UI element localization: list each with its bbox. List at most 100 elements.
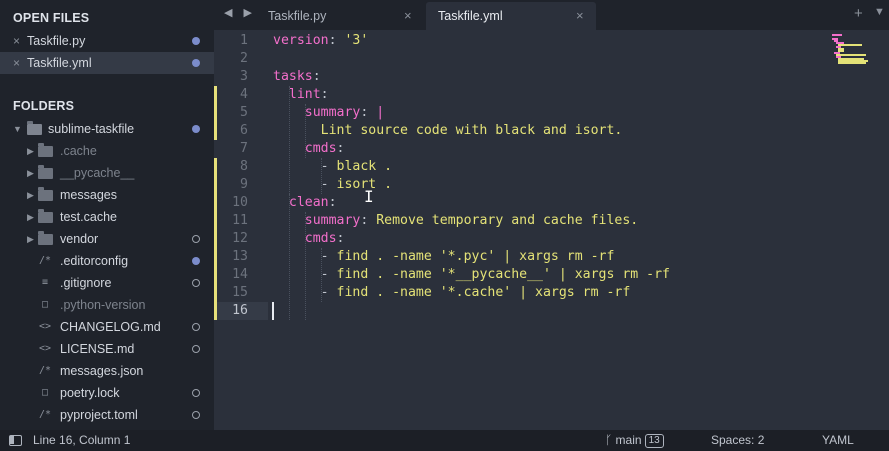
modified-dot-icon <box>192 37 200 45</box>
tab-bar: ◀ ▶ Taskfile.py × Taskfile.yml × + ▼ <box>214 0 889 30</box>
indentation-setting[interactable]: Spaces: 2 <box>711 430 764 451</box>
tab-label: Taskfile.yml <box>438 9 503 23</box>
open-file-item[interactable]: × Taskfile.py <box>0 30 214 52</box>
folder-item[interactable]: ▶ messages <box>0 184 214 206</box>
folder-item[interactable]: ▶ test.cache <box>0 206 214 228</box>
folder-item[interactable]: ▶ .cache <box>0 140 214 162</box>
gutter-modified-marker <box>214 158 217 320</box>
code-line[interactable]: - black . <box>273 158 392 176</box>
branch-icon: ᚴ <box>605 433 613 447</box>
folders-heading: FOLDERS <box>13 99 75 113</box>
code-line[interactable]: Lint source code with black and isort. <box>273 122 623 140</box>
code-token: find . -name '*.cache' | xargs rm -rf <box>336 285 631 300</box>
chevron-right-icon[interactable]: ▶ <box>27 206 34 228</box>
close-icon[interactable]: × <box>404 2 412 30</box>
code-line[interactable]: - find . -name '*__pycache__' | xargs rm… <box>273 266 670 284</box>
folder-label: sublime-taskfile <box>48 122 135 136</box>
file-label: messages.json <box>60 364 144 378</box>
git-branch[interactable]: ᚴ main 13 <box>605 430 664 451</box>
code-token: black . <box>336 159 393 174</box>
code-line[interactable]: version: '3' <box>273 32 368 50</box>
minimap[interactable] <box>832 34 882 74</box>
code-line[interactable]: clean: <box>273 194 337 212</box>
line-number: 7 <box>240 141 248 156</box>
close-icon[interactable]: × <box>13 30 20 52</box>
code-line[interactable]: summary: | <box>273 104 384 122</box>
file-item[interactable]: □ poetry.lock <box>0 382 214 404</box>
line-number: 5 <box>240 105 248 120</box>
folder-icon <box>38 209 53 223</box>
file-item[interactable]: /* pyproject.toml <box>0 404 214 426</box>
file-item[interactable]: /* messages.json <box>0 360 214 382</box>
code-line[interactable]: cmds: <box>273 140 345 158</box>
editor[interactable]: 1 2 3 4 5 6 7 8 9 10 11 12 13 14 15 16 version: '3' task… <box>214 30 889 430</box>
modified-dot-icon <box>192 257 200 265</box>
chevron-right-icon[interactable]: ▶ <box>27 228 34 250</box>
folder-root[interactable]: ▼ sublime-taskfile <box>0 118 214 140</box>
file-icon: □ <box>41 387 49 398</box>
code-token: version <box>273 33 329 48</box>
code-line[interactable]: - isort . <box>273 176 392 194</box>
line-number: 1 <box>240 33 248 48</box>
code-line[interactable]: - find . -name '*.pyc' | xargs rm -rf <box>273 248 615 266</box>
line-number: 12 <box>232 231 248 246</box>
branch-name: main <box>615 433 642 447</box>
file-item[interactable]: <> LICENSE.md <box>0 338 214 360</box>
line-number: 15 <box>232 285 248 300</box>
chevron-right-icon[interactable]: ▶ <box>27 162 34 184</box>
code-token: Remove temporary and cache files. <box>376 213 639 228</box>
code-line[interactable]: - find . -name '*.cache' | xargs rm -rf <box>273 284 631 302</box>
chevron-right-icon[interactable]: ▶ <box>27 140 34 162</box>
code-token: - <box>320 285 337 300</box>
code-line[interactable]: cmds: <box>273 230 345 248</box>
code-token: - <box>320 159 337 174</box>
sidebar-toggle-icon[interactable] <box>9 435 22 446</box>
code-token: : <box>328 33 345 48</box>
code-token: : <box>336 231 345 246</box>
tab-nav-arrows-icon[interactable]: ◀ ▶ <box>224 6 256 19</box>
code-token: summary <box>304 105 361 120</box>
code-line[interactable]: summary: Remove temporary and cache file… <box>273 212 638 230</box>
file-item[interactable]: ≡ .gitignore <box>0 272 214 294</box>
chevron-down-icon[interactable]: ▼ <box>13 118 22 140</box>
file-item[interactable]: □ .python-version <box>0 294 214 316</box>
folder-item[interactable]: ▶ vendor <box>0 228 214 250</box>
modified-dot-icon <box>192 59 200 67</box>
folder-item[interactable]: ▶ __pycache__ <box>0 162 214 184</box>
code-token: lint <box>288 87 321 102</box>
line-number: 14 <box>232 267 248 282</box>
code-line[interactable]: tasks: <box>273 68 321 86</box>
cursor-position: Line 16, Column 1 <box>33 433 131 447</box>
file-item[interactable]: /* .editorconfig <box>0 250 214 272</box>
chevron-right-icon[interactable]: ▶ <box>27 184 34 206</box>
folder-label: vendor <box>60 232 99 246</box>
line-number: 6 <box>240 123 248 138</box>
comment-file-icon: /* <box>38 365 52 376</box>
code-token: cmds <box>304 231 337 246</box>
syntax-selector[interactable]: YAML <box>822 430 854 451</box>
file-item[interactable]: <> CHANGELOG.md <box>0 316 214 338</box>
code-line[interactable]: lint: <box>273 86 329 104</box>
close-icon[interactable]: × <box>13 52 20 74</box>
line-number: 4 <box>240 87 248 102</box>
new-tab-icon[interactable]: + <box>854 5 863 22</box>
status-bar: Line 16, Column 1 ᚴ main 13 Spaces: 2 YAM… <box>0 430 889 451</box>
tab-taskfile-py[interactable]: Taskfile.py × <box>256 2 424 30</box>
file-label: LICENSE.md <box>60 342 135 356</box>
file-label: poetry.lock <box>60 386 120 400</box>
code-token: : <box>312 69 321 84</box>
code-token: find . -name '*__pycache__' | xargs rm -… <box>336 267 670 282</box>
line-number: 8 <box>240 159 248 174</box>
chevron-down-icon[interactable]: ▼ <box>874 6 885 18</box>
tab-taskfile-yml[interactable]: Taskfile.yml × <box>426 2 596 30</box>
tab-label: Taskfile.py <box>268 9 327 23</box>
code-token: summary <box>304 213 361 228</box>
close-icon[interactable]: × <box>576 2 584 30</box>
file-label: .gitignore <box>60 276 112 290</box>
folder-open-icon <box>27 121 42 135</box>
open-file-item-selected[interactable]: × Taskfile.yml <box>0 52 214 74</box>
